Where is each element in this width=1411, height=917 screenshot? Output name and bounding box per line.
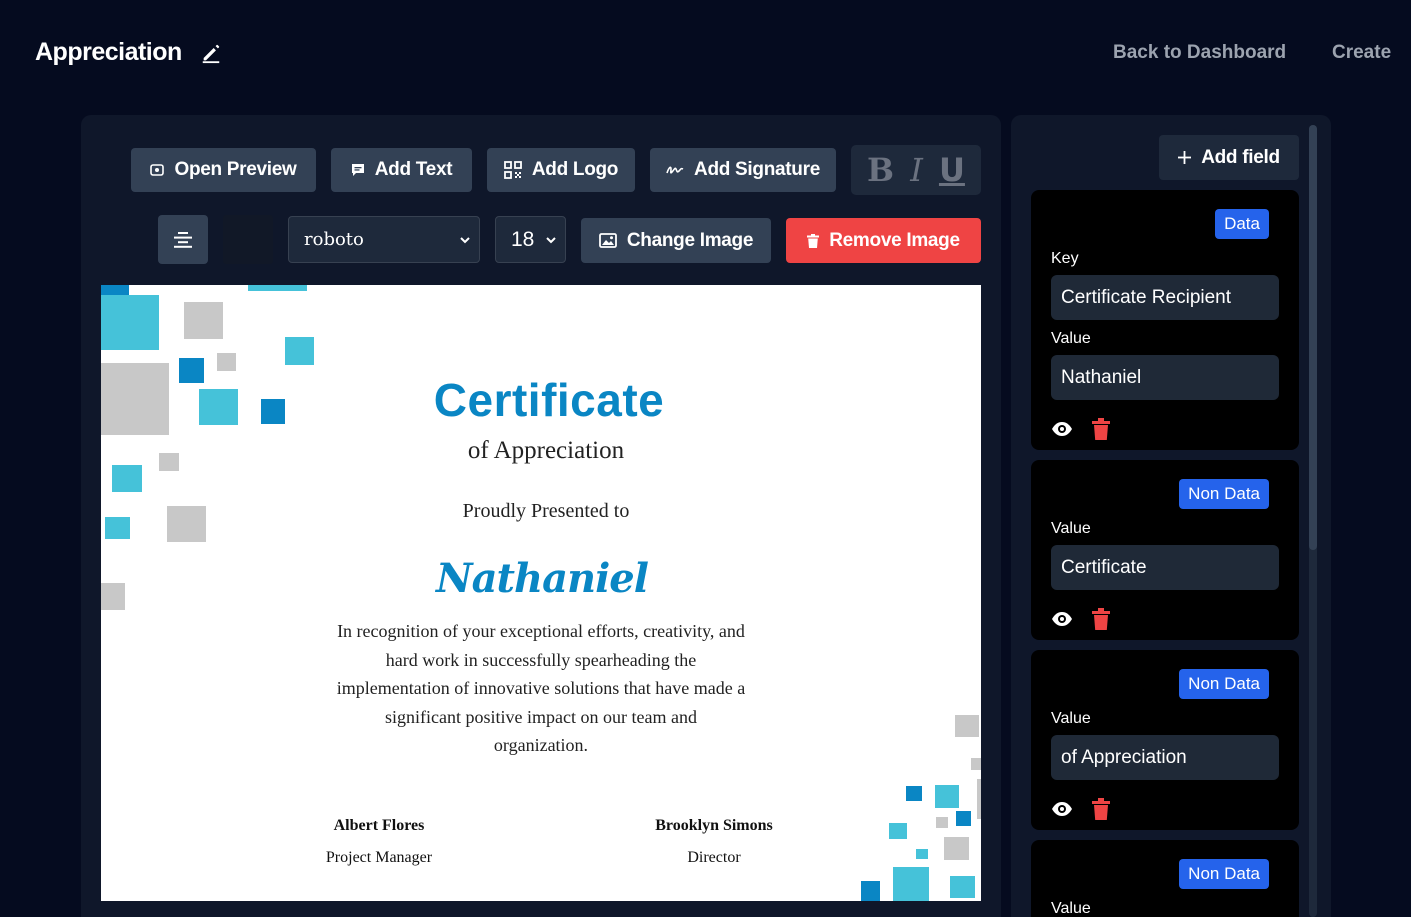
certificate-body-text[interactable]: In recognition of your exceptional effor…: [336, 617, 746, 760]
change-image-label: Change Image: [626, 229, 754, 251]
align-center-button[interactable]: [158, 215, 208, 264]
text-color-picker[interactable]: [223, 215, 273, 264]
field-type-badge: Non Data: [1179, 479, 1269, 509]
remove-image-button[interactable]: Remove Image: [786, 218, 981, 263]
add-text-button[interactable]: Add Text: [331, 148, 472, 192]
decor-square: [950, 876, 975, 898]
eye-icon[interactable]: [1051, 611, 1073, 627]
decor-square: [977, 779, 981, 819]
logo-grid-icon: [503, 161, 522, 179]
value-label: Value: [1051, 900, 1091, 917]
decor-square: [936, 817, 948, 828]
decor-square: [889, 823, 907, 839]
add-field-label: Add field: [1201, 146, 1280, 168]
decor-square: [101, 295, 159, 350]
value-label: Value: [1051, 330, 1091, 347]
text-comment-icon: [351, 164, 364, 176]
value-label: Value: [1051, 710, 1091, 727]
signatory-name-2[interactable]: Brooklyn Simons: [614, 817, 814, 835]
field-card: Non Data Value: [1031, 840, 1299, 917]
certificate-canvas[interactable]: Certificate of Appreciation Proudly Pres…: [101, 285, 981, 901]
decor-square: [957, 845, 967, 853]
add-signature-button[interactable]: Add Signature: [650, 148, 836, 192]
certificate-recipient-name[interactable]: Nathaniel: [101, 555, 981, 602]
signature-icon: [666, 166, 684, 174]
add-logo-button[interactable]: Add Logo: [487, 148, 635, 192]
trash-icon[interactable]: [1091, 608, 1111, 630]
decor-square: [906, 786, 922, 801]
fields-panel: Add field Data Key Certificate Recipient…: [1011, 115, 1331, 917]
field-type-badge: Non Data: [1179, 669, 1269, 699]
decor-square: [935, 785, 959, 808]
signatory-role-2[interactable]: Director: [614, 849, 814, 867]
underline-button[interactable]: U: [939, 151, 965, 189]
chevron-down-icon: [460, 237, 470, 244]
font-size-select[interactable]: 18: [495, 216, 566, 263]
decor-square: [217, 353, 236, 371]
certificate-title[interactable]: Certificate: [101, 373, 981, 427]
signatory-name-1[interactable]: Albert Flores: [279, 817, 479, 835]
field-card: Non Data Value of Appreciation: [1031, 650, 1299, 830]
create-link[interactable]: Create: [1332, 42, 1391, 64]
signatory-role-1[interactable]: Project Manager: [279, 849, 479, 867]
page-title: Appreciation: [35, 38, 182, 66]
certificate-subtitle[interactable]: of Appreciation: [101, 437, 981, 465]
eye-icon[interactable]: [1051, 801, 1073, 817]
decor-square: [101, 285, 129, 295]
add-field-button[interactable]: Add field: [1159, 135, 1299, 180]
font-family-select[interactable]: roboto: [288, 216, 480, 263]
plus-icon: [1178, 151, 1192, 164]
decor-square: [861, 881, 880, 901]
open-preview-button[interactable]: Open Preview: [131, 148, 316, 192]
decor-square: [893, 867, 929, 901]
trash-icon[interactable]: [1091, 798, 1111, 820]
decor-square: [184, 302, 223, 339]
font-size-value: 18: [511, 227, 535, 251]
trash-icon: [807, 233, 820, 248]
remove-image-label: Remove Image: [829, 229, 960, 251]
align-center-icon: [174, 231, 192, 248]
key-label: Key: [1051, 250, 1079, 267]
open-preview-label: Open Preview: [174, 159, 297, 180]
edit-pencil-icon[interactable]: [200, 42, 222, 64]
field-card: Data Key Certificate Recipient Value Nat…: [1031, 190, 1299, 450]
value-input[interactable]: Certificate: [1051, 545, 1279, 590]
top-bar: Appreciation Back to Dashboard Create: [0, 0, 1411, 105]
key-input[interactable]: Certificate Recipient: [1051, 275, 1279, 320]
certificate-presented-text[interactable]: Proudly Presented to: [101, 500, 981, 523]
scrollbar-thumb[interactable]: [1309, 125, 1317, 550]
add-text-label: Add Text: [374, 159, 453, 180]
preview-icon: [150, 164, 165, 176]
field-type-badge: Data: [1215, 209, 1269, 239]
decor-square: [248, 285, 307, 291]
font-family-value: roboto: [304, 229, 364, 250]
field-card: Non Data Value Certificate: [1031, 460, 1299, 640]
change-image-button[interactable]: Change Image: [581, 218, 771, 263]
value-input[interactable]: of Appreciation: [1051, 735, 1279, 780]
decor-square: [916, 849, 928, 859]
decor-square: [285, 337, 314, 365]
value-label: Value: [1051, 520, 1091, 537]
decor-square: [112, 465, 142, 492]
decor-square: [955, 715, 979, 737]
text-format-group: B I U: [851, 145, 981, 195]
value-input[interactable]: Nathaniel: [1051, 355, 1279, 400]
back-to-dashboard-link[interactable]: Back to Dashboard: [1113, 42, 1286, 64]
eye-icon[interactable]: [1051, 421, 1073, 437]
field-type-badge: Non Data: [1179, 859, 1269, 889]
editor-panel: Open Preview Add Text Add Logo Add Signa…: [81, 115, 1001, 917]
chevron-down-icon: [546, 237, 556, 244]
trash-icon[interactable]: [1091, 418, 1111, 440]
add-logo-label: Add Logo: [531, 159, 619, 180]
add-signature-label: Add Signature: [694, 159, 820, 180]
decor-square: [956, 811, 971, 826]
bold-button[interactable]: B: [867, 151, 894, 189]
decor-square: [971, 758, 981, 770]
image-icon: [598, 233, 617, 248]
italic-button[interactable]: I: [910, 151, 923, 189]
